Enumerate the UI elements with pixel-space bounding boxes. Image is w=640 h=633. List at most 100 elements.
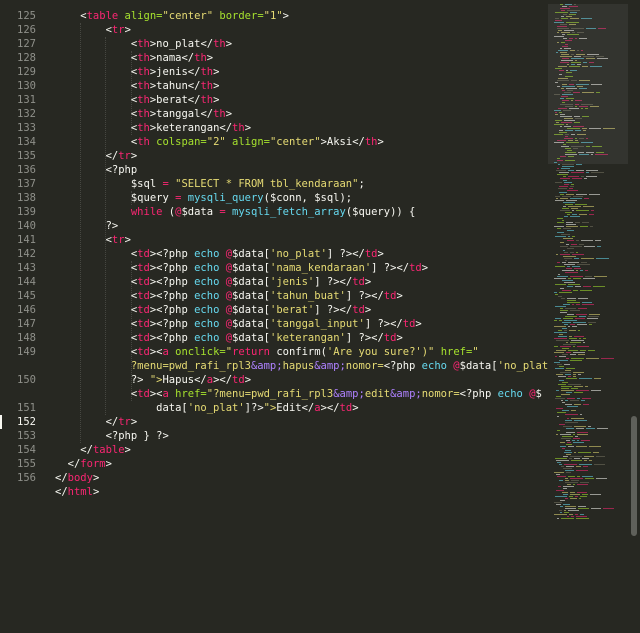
minimap-stroke: [556, 254, 558, 255]
code-line[interactable]: <?php } ?>: [55, 429, 169, 443]
minimap-stroke: [566, 466, 574, 467]
code-line[interactable]: ?>: [55, 219, 119, 233]
code-line[interactable]: ?menu=pwd_rafi_rpl3&amp;hapus&amp;nomor=…: [55, 359, 548, 373]
code-line[interactable]: while (@$data = mysqli_fetch_array($quer…: [55, 205, 416, 219]
code-line[interactable]: <th>berat</th>: [55, 93, 220, 107]
code-line[interactable]: <table align="center" border="1">: [55, 9, 289, 23]
line-number: 139: [17, 206, 36, 218]
code-line[interactable]: </table>: [55, 443, 131, 457]
minimap-stroke: [565, 260, 567, 261]
code-token: td: [352, 304, 365, 316]
minimap-stroke: [571, 418, 584, 419]
minimap-stroke: [572, 304, 574, 305]
code-line[interactable]: <td><?php echo @$data['tanggal_input'] ?…: [55, 317, 422, 331]
minimap-stroke: [556, 474, 560, 475]
code-token: >: [377, 136, 384, 148]
minimap-stroke: [583, 286, 591, 287]
code-line[interactable]: <td><?php echo @$data['tahun_buat'] ?></…: [55, 289, 403, 303]
minimap-stroke: [557, 168, 559, 169]
code-token: echo: [194, 304, 220, 316]
minimap-stroke: [583, 466, 588, 467]
minimap-stroke: [567, 230, 574, 231]
code-token: href=: [434, 346, 473, 358]
code-line[interactable]: <td><?php echo @$data['berat'] ?></td>: [55, 303, 371, 317]
code-token: body: [67, 472, 93, 484]
code-token: no_plat: [156, 38, 201, 50]
code-line[interactable]: </tr>: [55, 415, 138, 429]
code-token: >: [377, 248, 384, 260]
minimap-stroke: [566, 358, 569, 359]
minimap-stroke: [572, 178, 582, 179]
code-line[interactable]: <td><?php echo @$data['nama_kendaraan'] …: [55, 261, 428, 275]
minimap-stroke: [569, 338, 577, 339]
minimap-stroke: [554, 292, 557, 293]
minimap-stroke: [565, 414, 578, 415]
minimap-stroke: [577, 264, 590, 265]
code-token: ><?php: [149, 262, 195, 274]
code-line[interactable]: </body>: [55, 471, 99, 485]
minimap-stroke: [561, 390, 574, 391]
minimap-stroke: [555, 306, 566, 307]
minimap-stroke: [572, 440, 575, 441]
code-line[interactable]: <tr>: [55, 233, 131, 247]
minimap-stroke: [562, 328, 567, 329]
minimap-stroke: [571, 516, 574, 517]
code-token: ?>: [55, 220, 119, 232]
code-editor[interactable]: 125 126 127 128 129 130 131 132 133 134 135 136 137 1…: [0, 0, 548, 633]
code-token: <: [55, 108, 138, 120]
minimap-stroke: [558, 274, 560, 275]
code-line[interactable]: <th colspan="2" align="center">Aksi</th>: [55, 135, 384, 149]
minimap-stroke: [555, 458, 567, 459]
minimap-stroke: [568, 262, 579, 263]
minimap-stroke: [576, 314, 587, 315]
minimap-stroke: [562, 290, 571, 291]
minimap-stroke: [570, 342, 581, 343]
code-line[interactable]: <th>tanggal</th>: [55, 107, 232, 121]
code-token: >: [130, 416, 138, 428]
minimap-stroke: [566, 378, 577, 379]
line-number: 152: [17, 416, 36, 428]
code-token: </: [55, 150, 119, 162]
code-line[interactable]: <th>keterangan</th>: [55, 121, 251, 135]
minimap-stroke: [563, 238, 573, 239]
scrollbar-thumb[interactable]: [631, 416, 637, 536]
code-line[interactable]: data['no_plat']?>">Edit</a></td>: [55, 401, 358, 415]
minimap-stroke: [584, 246, 595, 247]
code-line[interactable]: <td><?php echo @$data['no_plat'] ?></td>: [55, 247, 384, 261]
code-line[interactable]: <td><?php echo @$data['jenis'] ?></td>: [55, 275, 371, 289]
code-line[interactable]: <th>tahun</th>: [55, 79, 220, 93]
minimap-stroke: [575, 496, 578, 497]
code-token: tr: [118, 416, 131, 428]
code-line[interactable]: <?php: [55, 163, 138, 177]
code-token: <?php: [459, 388, 498, 400]
code-line[interactable]: $query = mysqli_query($conn, $sql);: [55, 191, 352, 205]
minimap-stroke: [565, 422, 578, 423]
code-token: th: [137, 136, 150, 148]
minimap-stroke: [573, 196, 583, 197]
code-line[interactable]: <th>nama</th>: [55, 51, 213, 65]
code-line[interactable]: </html>: [55, 485, 99, 499]
code-line[interactable]: <tr>: [55, 23, 131, 37]
code-token: echo: [194, 248, 220, 260]
code-line[interactable]: $sql = "SELECT * FROM tbl_kendaraan";: [55, 177, 365, 191]
code-line[interactable]: <th>jenis</th>: [55, 65, 220, 79]
code-token: th: [194, 52, 207, 64]
code-line[interactable]: ?> ">Hapus</a></td>: [55, 373, 251, 387]
code-line[interactable]: <td><a onclick="return confirm('Are you …: [55, 345, 479, 359]
minimap-viewport[interactable]: [548, 4, 628, 164]
minimap-stroke: [557, 518, 559, 519]
minimap-stroke: [561, 438, 571, 439]
code-line[interactable]: <th>no_plat</th>: [55, 37, 232, 51]
minimap-stroke: [568, 278, 571, 279]
minimap-stroke: [556, 408, 563, 409]
minimap-stroke: [579, 338, 581, 339]
minimap-stroke: [556, 460, 569, 461]
minimap-stroke: [557, 228, 561, 229]
minimap-stroke: [554, 362, 560, 363]
minimap-stroke: [558, 376, 566, 377]
code-line[interactable]: </tr>: [55, 149, 138, 163]
code-line[interactable]: <td><a href="?menu=pwd_rafi_rpl3&amp;edi…: [55, 387, 542, 401]
vertical-scrollbar[interactable]: [628, 0, 640, 633]
code-line[interactable]: </form>: [55, 457, 112, 471]
code-line[interactable]: <td><?php echo @$data['keterangan'] ?></…: [55, 331, 403, 345]
